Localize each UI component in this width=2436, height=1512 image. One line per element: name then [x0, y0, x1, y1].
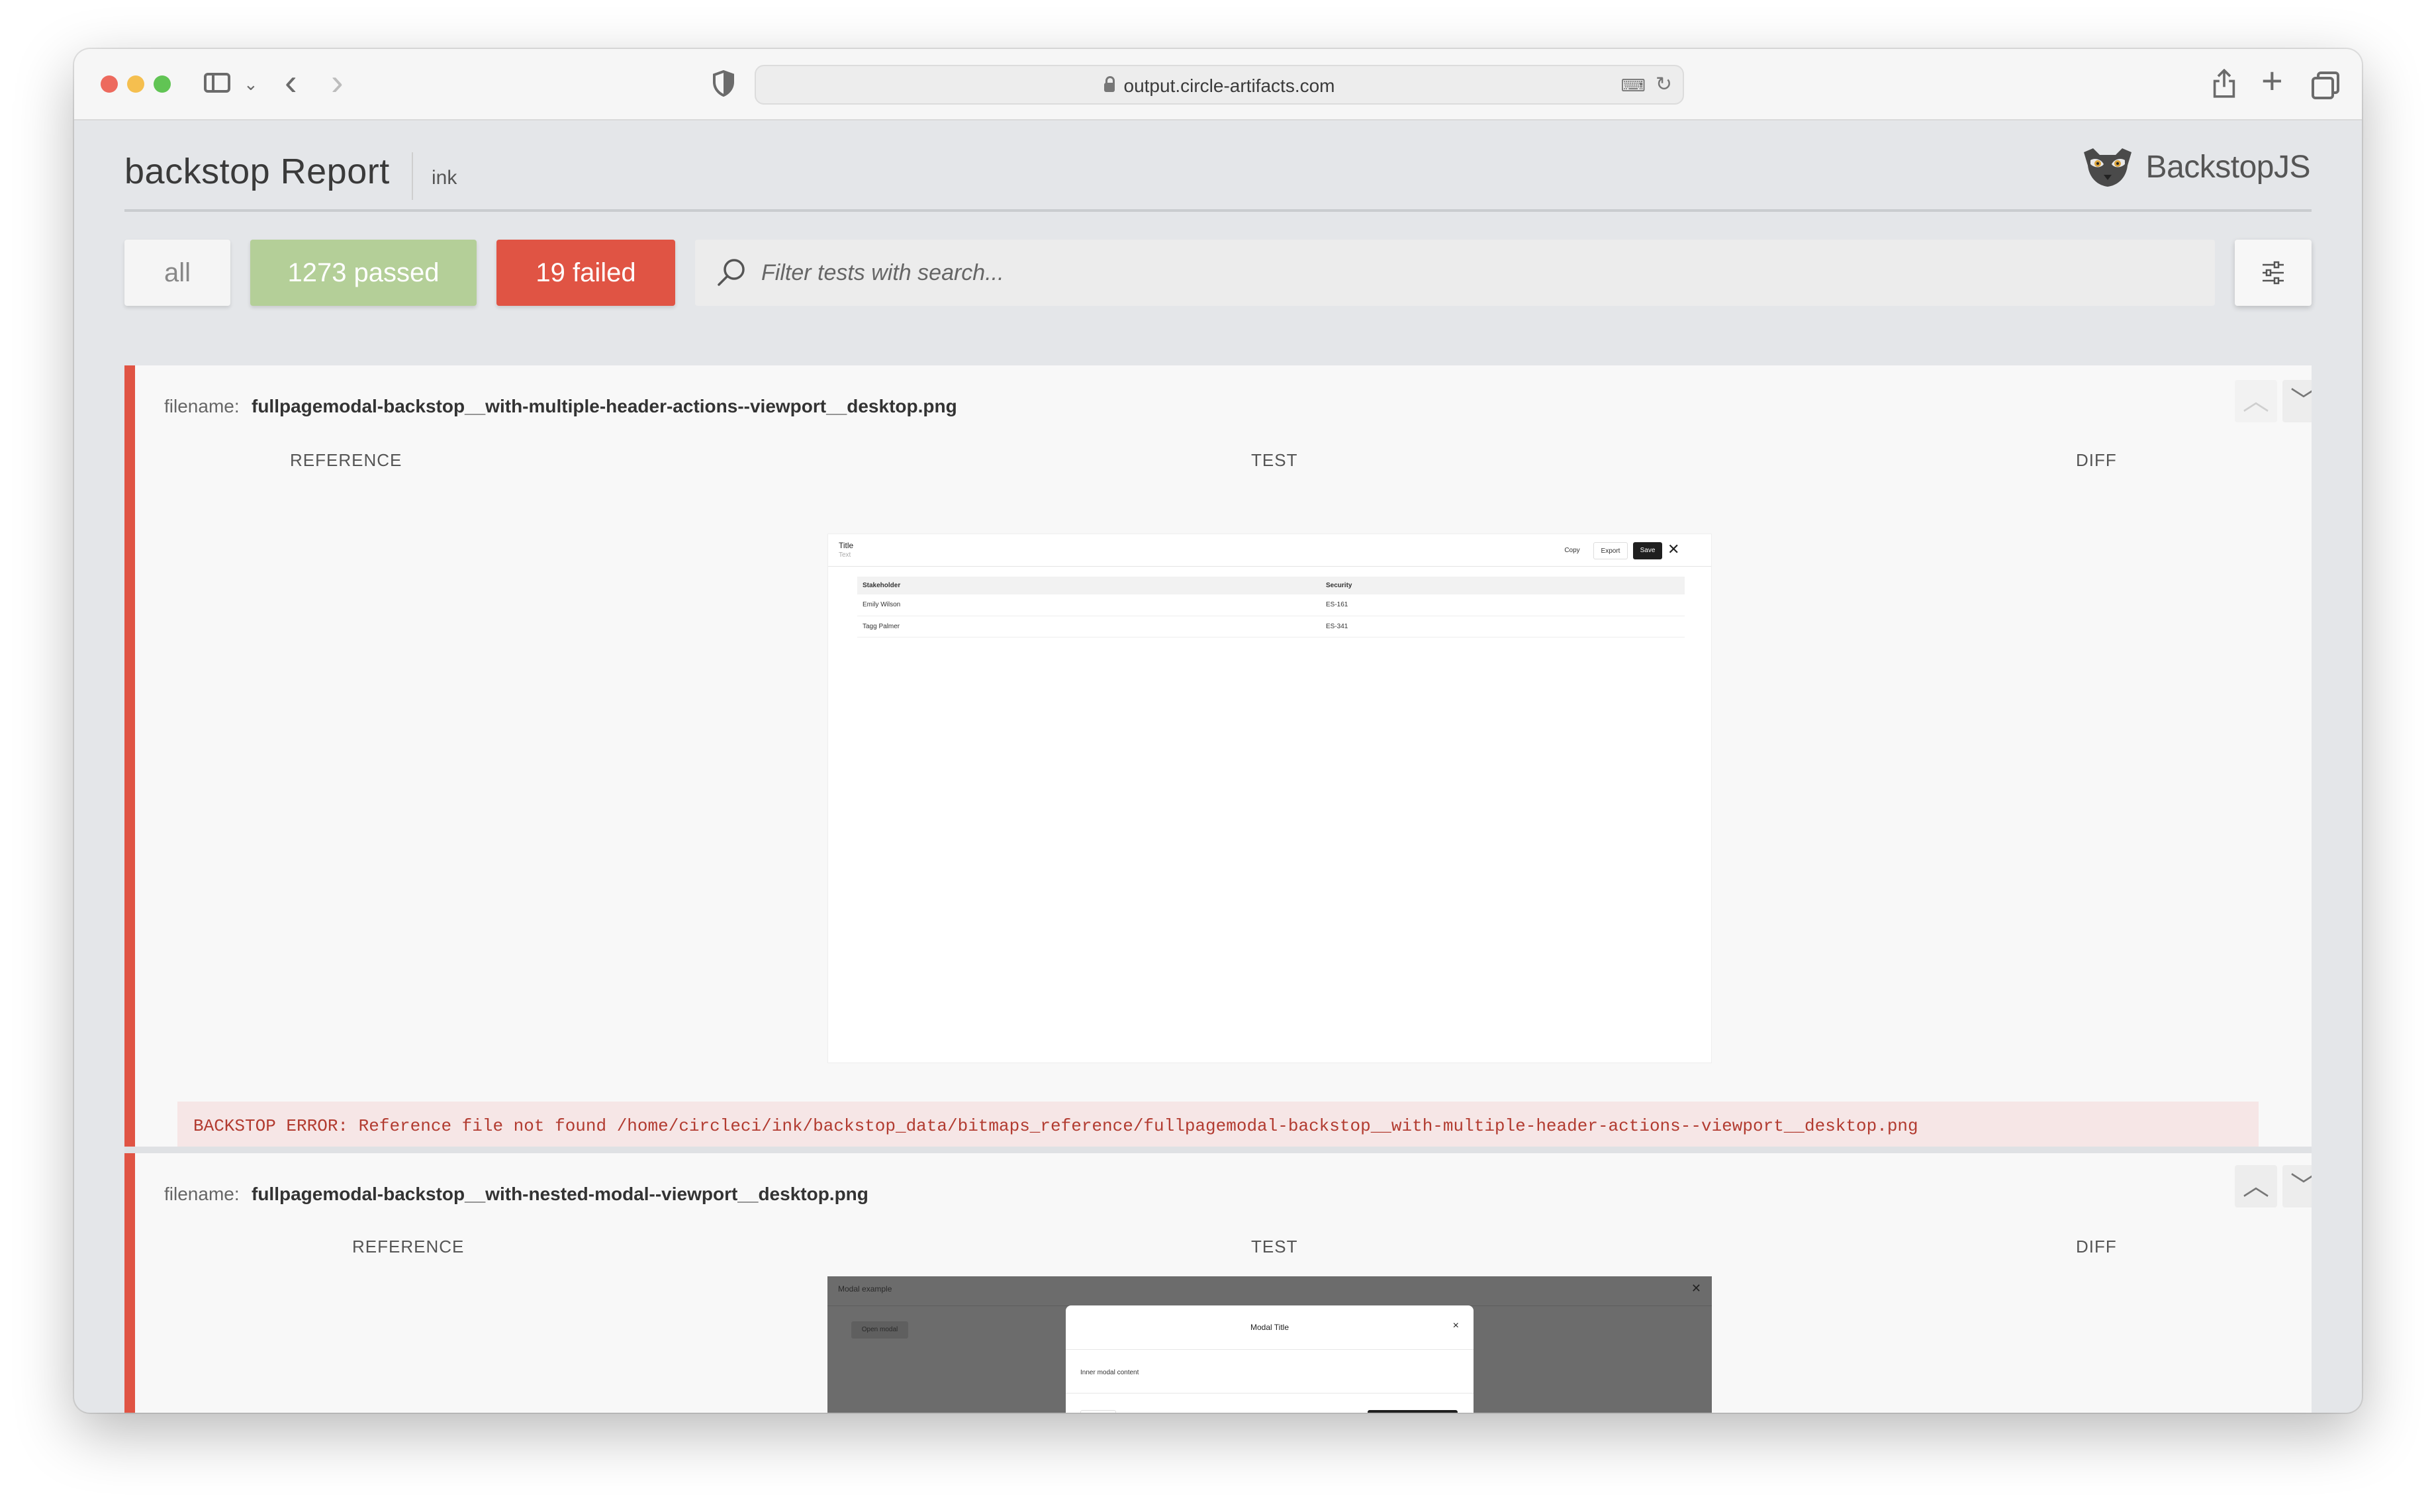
mock-modal-divider [1066, 1349, 1474, 1350]
project-name: ink [432, 167, 457, 189]
mock-divider [828, 566, 1711, 567]
scroll-down-button[interactable]: ﹀ [2282, 380, 2312, 422]
mock-modal-secondary-button [1080, 1410, 1116, 1413]
address-bar-url: output.circle-artifacts.com [756, 75, 1683, 97]
back-arrow-icon[interactable]: ‹ [285, 64, 297, 101]
filename-value: fullpagemodal-backstop__with-multiple-he… [252, 396, 957, 416]
mock-modal-divider [1066, 1393, 1474, 1394]
mock-modal: Modal Title × Inner modal content [1066, 1305, 1474, 1413]
title-divider [412, 152, 413, 200]
scroll-up-button[interactable]: ︿ [2235, 380, 2277, 422]
mock-modal-title: Modal Title [1250, 1323, 1289, 1332]
url-text: output.circle-artifacts.com [1123, 75, 1335, 96]
search-icon [718, 259, 745, 286]
reference-column-label: REFERENCE [352, 1237, 465, 1256]
mock-open-modal-button: Open modal [851, 1321, 908, 1339]
mock-title: Modal example [838, 1284, 892, 1294]
mock-modal-primary-button [1368, 1410, 1458, 1413]
sidebar-toggle-icon[interactable] [204, 73, 230, 93]
mock-table: Stakeholder Security Emily Wilson ES-161… [857, 577, 1685, 638]
translate-icon[interactable]: ⌨ [1620, 75, 1646, 96]
mock-modal-content: Inner modal content [1080, 1369, 1139, 1376]
test-column-label: TEST [1251, 450, 1298, 470]
filter-failed-button[interactable]: 19 failed [496, 240, 675, 306]
tab-overview-icon[interactable] [2312, 71, 2339, 99]
mock-save-button: Save [1633, 542, 1662, 559]
filename-label: filename: [164, 396, 240, 416]
table-row: Tagg Palmer ES-341 [857, 616, 1685, 638]
table-cell: ES-161 [1321, 594, 1685, 616]
sliders-icon [2263, 261, 2284, 285]
logo-text: BackstopJS [2145, 149, 2311, 185]
mock-subtitle: Text [839, 551, 851, 559]
table-cell: ES-341 [1321, 616, 1685, 638]
mock-title: Title [839, 541, 854, 550]
lock-icon [1103, 76, 1115, 92]
address-bar[interactable]: output.circle-artifacts.com ⌨ ↻ [755, 65, 1684, 105]
reload-icon[interactable]: ↻ [1656, 73, 1672, 96]
chevron-down-icon[interactable]: ⌄ [244, 74, 258, 95]
close-window-button[interactable] [101, 75, 118, 93]
lemur-logo-icon [2083, 148, 2132, 187]
report-title: backstop Report [124, 152, 390, 191]
test-card: filename: fullpagemodal-backstop__with-m… [124, 365, 2312, 1147]
test-card: filename: fullpagemodal-backstop__with-n… [124, 1153, 2312, 1413]
backstopjs-logo: BackstopJS [2081, 146, 2311, 188]
table-cell: Emily Wilson [857, 594, 1321, 616]
diff-column-label: DIFF [2076, 450, 2117, 470]
scroll-down-button[interactable]: ﹀ [2282, 1165, 2312, 1207]
search-box [695, 240, 2215, 306]
new-tab-icon[interactable]: + [2261, 62, 2283, 99]
header-divider [124, 209, 2312, 212]
table-cell: Tagg Palmer [857, 616, 1321, 638]
table-row: Emily Wilson ES-161 [857, 594, 1685, 616]
browser-toolbar: ⌄ ‹ › output.circle-artifacts.com ⌨ ↻ + [74, 49, 2362, 120]
zoom-window-button[interactable] [154, 75, 171, 93]
browser-window: ⌄ ‹ › output.circle-artifacts.com ⌨ ↻ + … [74, 49, 2362, 1413]
test-screenshot[interactable]: Title Text Copy Export Save ✕ Stakeholde… [827, 534, 1712, 1063]
test-screenshot[interactable]: Modal example ✕ Open modal Modal Title ×… [827, 1276, 1712, 1413]
filename-value: fullpagemodal-backstop__with-nested-moda… [252, 1184, 868, 1204]
mock-table-header: Stakeholder [857, 577, 1321, 594]
reference-column-label: REFERENCE [290, 450, 402, 470]
mock-close-icon: ✕ [1667, 541, 1680, 557]
test-column-label: TEST [1251, 1237, 1298, 1256]
mock-copy-button: Copy [1564, 547, 1580, 554]
minimize-window-button[interactable] [127, 75, 144, 93]
forward-arrow-icon[interactable]: › [331, 64, 344, 101]
mock-export-button: Export [1593, 542, 1628, 559]
error-message-box: BACKSTOP ERROR: Reference file not found… [177, 1102, 2259, 1147]
mock-close-icon: ✕ [1691, 1282, 1701, 1295]
search-input[interactable] [761, 240, 2191, 306]
filter-all-button[interactable]: all [124, 240, 230, 306]
error-message: BACKSTOP ERROR: Reference file not found… [193, 1116, 1918, 1136]
share-icon[interactable] [2212, 69, 2236, 98]
filter-passed-button[interactable]: 1273 passed [250, 240, 477, 306]
card-separator [124, 1147, 2312, 1153]
mock-modal-close-icon: × [1452, 1320, 1459, 1331]
filename-label: filename: [164, 1184, 240, 1204]
scroll-up-button[interactable]: ︿ [2235, 1165, 2277, 1207]
privacy-shield-icon[interactable] [712, 70, 735, 97]
mock-table-header: Security [1321, 577, 1685, 594]
diff-column-label: DIFF [2076, 1237, 2117, 1256]
settings-button[interactable] [2235, 240, 2312, 306]
